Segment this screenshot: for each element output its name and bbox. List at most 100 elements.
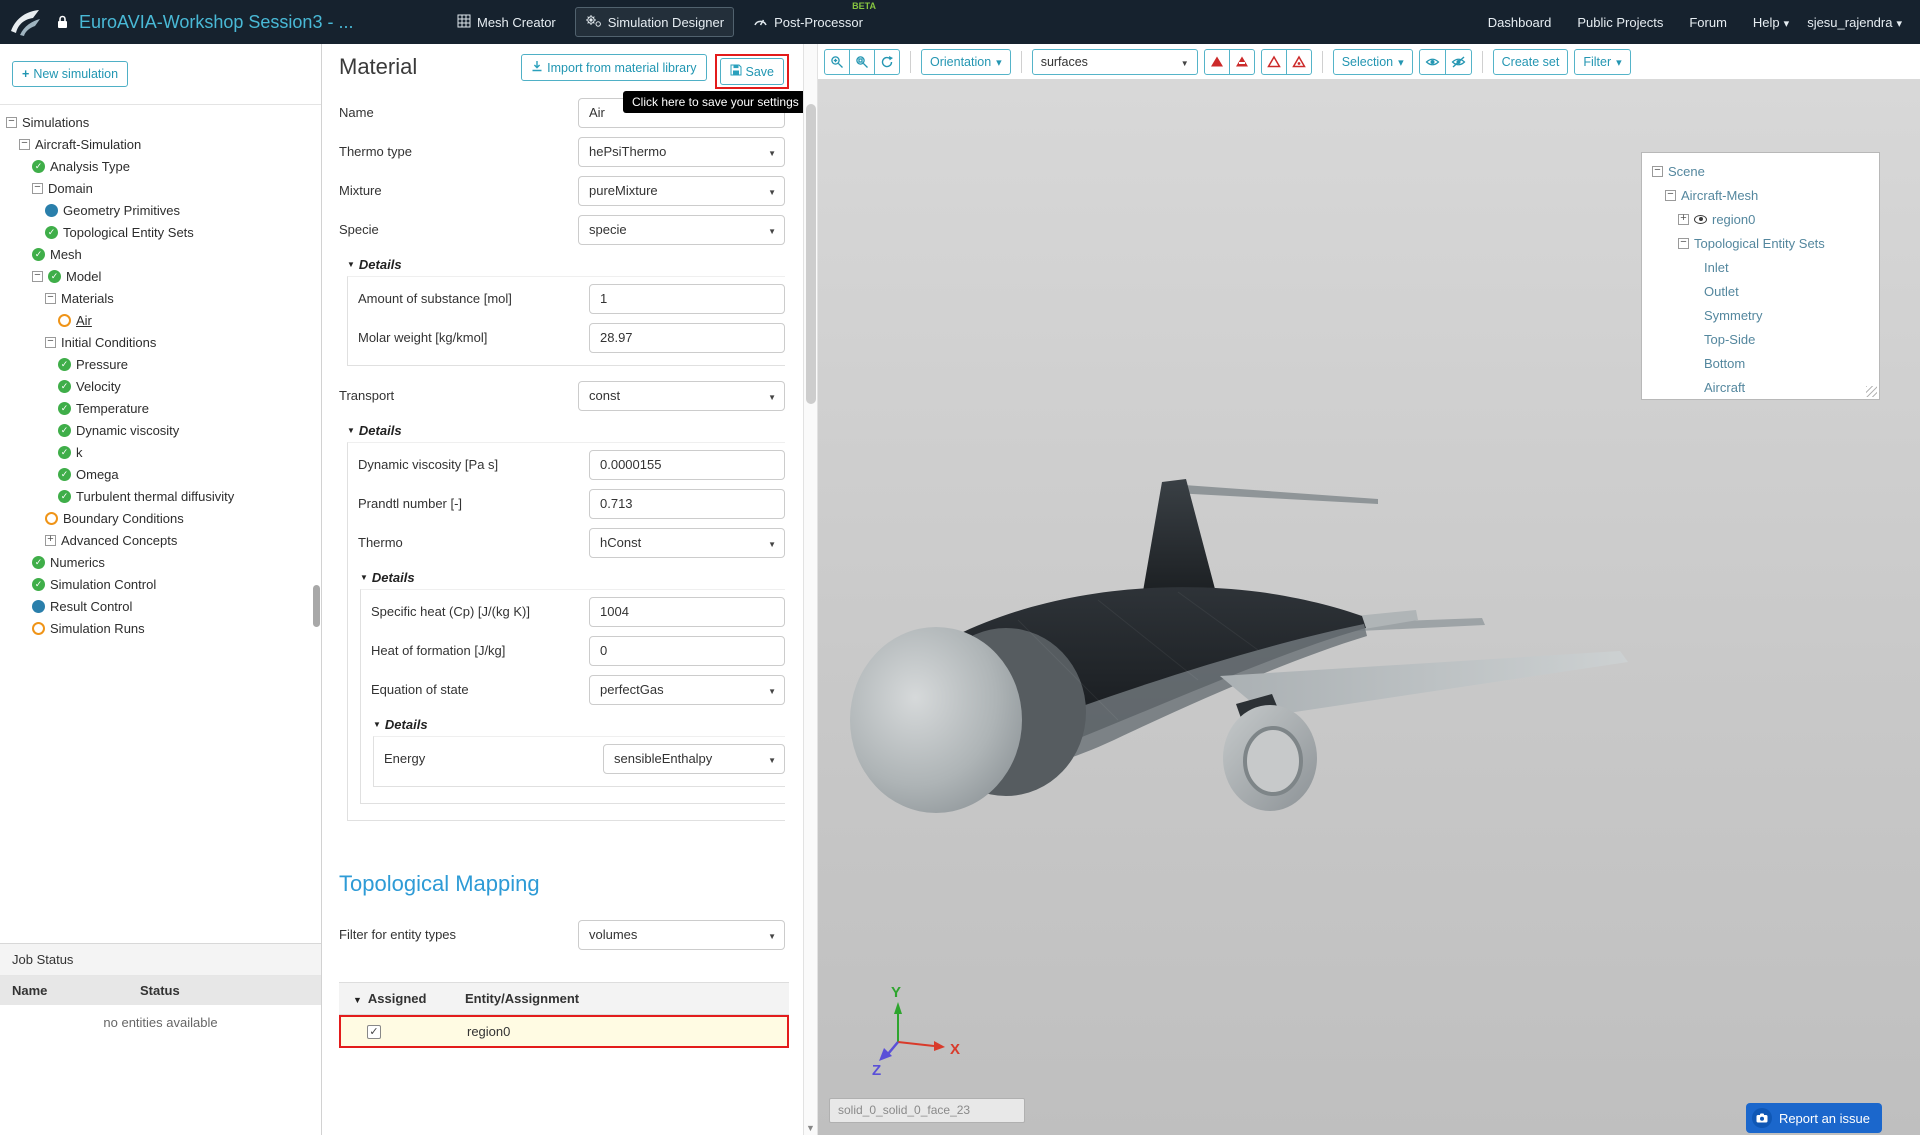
scene-tree-item[interactable]: region0 — [1646, 207, 1875, 231]
show-entities-button[interactable] — [1418, 48, 1446, 75]
scrollbar-thumb[interactable] — [806, 104, 816, 404]
scene-tree-item[interactable]: Topological Entity Sets — [1646, 231, 1875, 255]
tree-item[interactable]: Simulation Runs — [0, 617, 321, 639]
scene-tree-item[interactable]: Bottom — [1646, 351, 1875, 375]
dynamic-viscosity-input[interactable] — [589, 449, 785, 480]
nav-link[interactable]: Dashboard — [1488, 15, 1552, 30]
expand-toggle-icon[interactable] — [32, 182, 43, 194]
face-normal-solid-button[interactable] — [1203, 48, 1230, 75]
expand-toggle-icon[interactable] — [32, 270, 43, 282]
expand-toggle-icon[interactable] — [1652, 165, 1663, 177]
app-logo-icon[interactable] — [8, 6, 44, 38]
selection-dropdown[interactable]: Selection — [1332, 48, 1413, 75]
scene-tree-item[interactable]: Scene — [1646, 159, 1875, 183]
tree-item[interactable]: Simulations — [0, 111, 321, 133]
details-toggle[interactable]: Details — [347, 251, 785, 276]
expand-toggle-icon[interactable] — [1678, 237, 1689, 249]
prandtl-input[interactable] — [589, 488, 785, 519]
assigned-checkbox[interactable] — [367, 1024, 381, 1039]
face-normal-outline-alt-button[interactable] — [1285, 48, 1312, 75]
tree-item[interactable]: Analysis Type — [0, 155, 321, 177]
tree-item[interactable]: Initial Conditions — [0, 331, 321, 353]
mixture-select[interactable]: pureMixture — [578, 175, 785, 206]
filter-dropdown[interactable]: Filter — [1574, 48, 1631, 75]
tree-item[interactable]: Pressure — [0, 353, 321, 375]
hide-entities-button[interactable] — [1444, 48, 1472, 75]
display-mode-select[interactable]: surfaces — [1031, 48, 1198, 75]
tree-item[interactable]: Temperature — [0, 397, 321, 419]
molar-weight-input[interactable] — [589, 322, 785, 353]
tree-item[interactable]: k — [0, 441, 321, 463]
tab-simulation-designer[interactable]: Simulation Designer — [574, 7, 735, 37]
orientation-dropdown[interactable]: Orientation — [921, 48, 1011, 75]
scene-tree-item[interactable]: Top-Side — [1646, 327, 1875, 351]
tree-item[interactable]: Mesh — [0, 243, 321, 265]
scene-tree-item[interactable]: Inlet — [1646, 255, 1875, 279]
tab-post-processor[interactable]: Post-Processor BETA — [744, 1, 876, 35]
scrollbar-down-arrow[interactable]: ▼ — [804, 1123, 817, 1133]
tree-item[interactable]: Numerics — [0, 551, 321, 573]
user-menu[interactable]: sjesu_rajendra — [1807, 15, 1902, 30]
entity-filter-select[interactable]: volumes — [578, 919, 785, 950]
tree-item[interactable]: Aircraft-Simulation — [0, 133, 321, 155]
thermo-type-select[interactable]: hePsiThermo — [578, 136, 785, 167]
face-normal-solid-alt-button[interactable] — [1228, 48, 1255, 75]
visibility-eye-icon[interactable] — [1694, 214, 1707, 224]
details-toggle[interactable]: Details — [347, 417, 785, 442]
expand-toggle-icon[interactable] — [1678, 213, 1689, 225]
details-toggle[interactable]: Details — [373, 711, 785, 736]
tree-item[interactable]: Topological Entity Sets — [0, 221, 321, 243]
nav-link[interactable]: Public Projects — [1577, 15, 1663, 30]
tree-item[interactable]: Advanced Concepts — [0, 529, 321, 551]
tree-item[interactable]: Dynamic viscosity — [0, 419, 321, 441]
tree-item[interactable]: Domain — [0, 177, 321, 199]
nav-link[interactable]: Help — [1753, 15, 1789, 30]
expand-toggle-icon[interactable] — [45, 292, 56, 304]
nav-link[interactable]: Forum — [1689, 15, 1727, 30]
tree-item[interactable]: Omega — [0, 463, 321, 485]
tree-item[interactable]: Materials — [0, 287, 321, 309]
panel-scrollbar[interactable]: ▼ — [803, 44, 818, 1135]
energy-select[interactable]: sensibleEnthalpy — [603, 743, 785, 774]
zoom-in-button[interactable] — [824, 48, 850, 75]
expand-toggle-icon[interactable] — [45, 534, 56, 546]
scene-tree-item[interactable]: Symmetry — [1646, 303, 1875, 327]
report-issue-button[interactable]: Report an issue — [1745, 1103, 1882, 1133]
specific-heat-input[interactable] — [589, 596, 785, 627]
expand-toggle-icon[interactable] — [6, 116, 17, 128]
reset-view-button[interactable] — [874, 48, 900, 75]
scene-tree-item[interactable]: Aircraft — [1646, 375, 1875, 399]
specie-select[interactable]: specie — [578, 214, 785, 245]
thermo-select[interactable]: hConst — [589, 527, 785, 558]
scene-tree-item[interactable]: Outlet — [1646, 279, 1875, 303]
transport-select[interactable]: const — [578, 380, 785, 411]
assignment-row-region0[interactable]: region0 — [339, 1015, 789, 1048]
tree-item[interactable]: Model — [0, 265, 321, 287]
create-set-button[interactable]: Create set — [1492, 48, 1569, 75]
sidebar-scrollbar[interactable] — [313, 585, 320, 627]
tree-item[interactable]: Boundary Conditions — [0, 507, 321, 529]
expand-toggle-icon[interactable] — [1665, 189, 1676, 201]
details-toggle[interactable]: Details — [360, 564, 785, 589]
face-normal-outline-button[interactable] — [1260, 48, 1287, 75]
tree-item[interactable]: Result Control — [0, 595, 321, 617]
tree-item[interactable]: Air — [0, 309, 321, 331]
save-button[interactable]: Save — [719, 58, 784, 85]
tree-item[interactable]: Simulation Control — [0, 573, 321, 595]
details-label: Details — [384, 717, 428, 732]
aircraft-model[interactable] — [850, 479, 1628, 813]
expand-toggle-icon[interactable] — [19, 138, 30, 150]
scene-tree-item[interactable]: Aircraft-Mesh — [1646, 183, 1875, 207]
tree-item[interactable]: Velocity — [0, 375, 321, 397]
tab-mesh-creator[interactable]: Mesh Creator — [448, 9, 565, 36]
tree-item[interactable]: Geometry Primitives — [0, 199, 321, 221]
new-simulation-button[interactable]: New simulation — [12, 61, 129, 87]
3d-viewport-canvas[interactable]: Y X Z Scene Aircraft-Mesh — [818, 80, 1920, 1135]
heat-of-formation-input[interactable] — [589, 635, 785, 666]
tree-item[interactable]: Turbulent thermal diffusivity — [0, 485, 321, 507]
amount-of-substance-input[interactable] — [589, 283, 785, 314]
expand-toggle-icon[interactable] — [45, 336, 56, 348]
equation-of-state-select[interactable]: perfectGas — [589, 674, 785, 705]
import-material-library-button[interactable]: Import from material library — [521, 54, 707, 81]
zoom-window-button[interactable] — [849, 48, 875, 75]
